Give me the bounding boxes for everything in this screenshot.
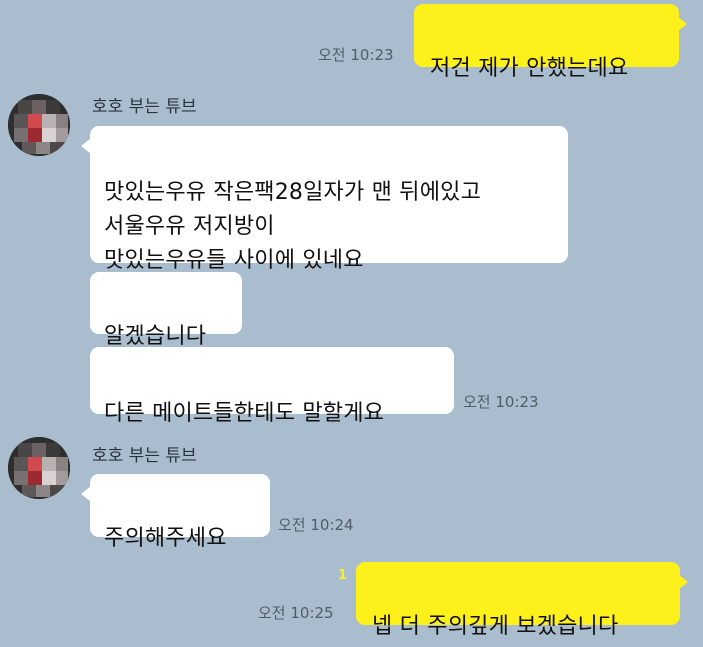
message-time: 오전 10:23 [318, 46, 394, 64]
message-text: 알겠습니다 [104, 324, 207, 349]
message-text: 다른 메이트들한테도 말할게요 [104, 401, 385, 426]
message-text: 주의해주세요 [104, 526, 227, 551]
pixelated-avatar-icon[interactable] [8, 94, 70, 156]
unread-count: 1 [338, 568, 348, 583]
message-time: 오전 10:25 [258, 604, 334, 622]
my-message-bubble[interactable]: 넵 더 주의깊게 보겠습니다 [356, 562, 688, 639]
sender-name: 호호 부는 튜브 [92, 446, 197, 466]
message-text: 넵 더 주의깊게 보겠습니다 [372, 614, 619, 639]
message-text: 저건 제가 안했는데요 [430, 56, 629, 81]
my-message-bubble[interactable]: 저건 제가 안했는데요 [414, 4, 687, 81]
message-time: 오전 10:24 [278, 516, 354, 534]
received-message-bubble[interactable]: 알겠습니다 [90, 272, 242, 349]
chat-room[interactable]: 오전 10:23 저건 제가 안했는데요 호호 부는 튜브 맛있는우유 작은팩2… [0, 0, 703, 647]
received-message-bubble[interactable]: 주의해주세요 [81, 474, 270, 551]
pixelated-avatar-icon[interactable] [8, 437, 70, 499]
received-message-bubble[interactable]: 맛있는우유 작은팩28일자가 맨 뒤에있고 서울우유 저지방이 맛있는우유들 사… [81, 126, 568, 273]
message-time: 오전 10:23 [463, 393, 539, 411]
sender-name: 호호 부는 튜브 [92, 97, 197, 117]
received-message-bubble[interactable]: 다른 메이트들한테도 말할게요 [90, 347, 454, 426]
message-text: 맛있는우유 작은팩28일자가 맨 뒤에있고 서울우유 저지방이 맛있는우유들 사… [104, 180, 482, 273]
